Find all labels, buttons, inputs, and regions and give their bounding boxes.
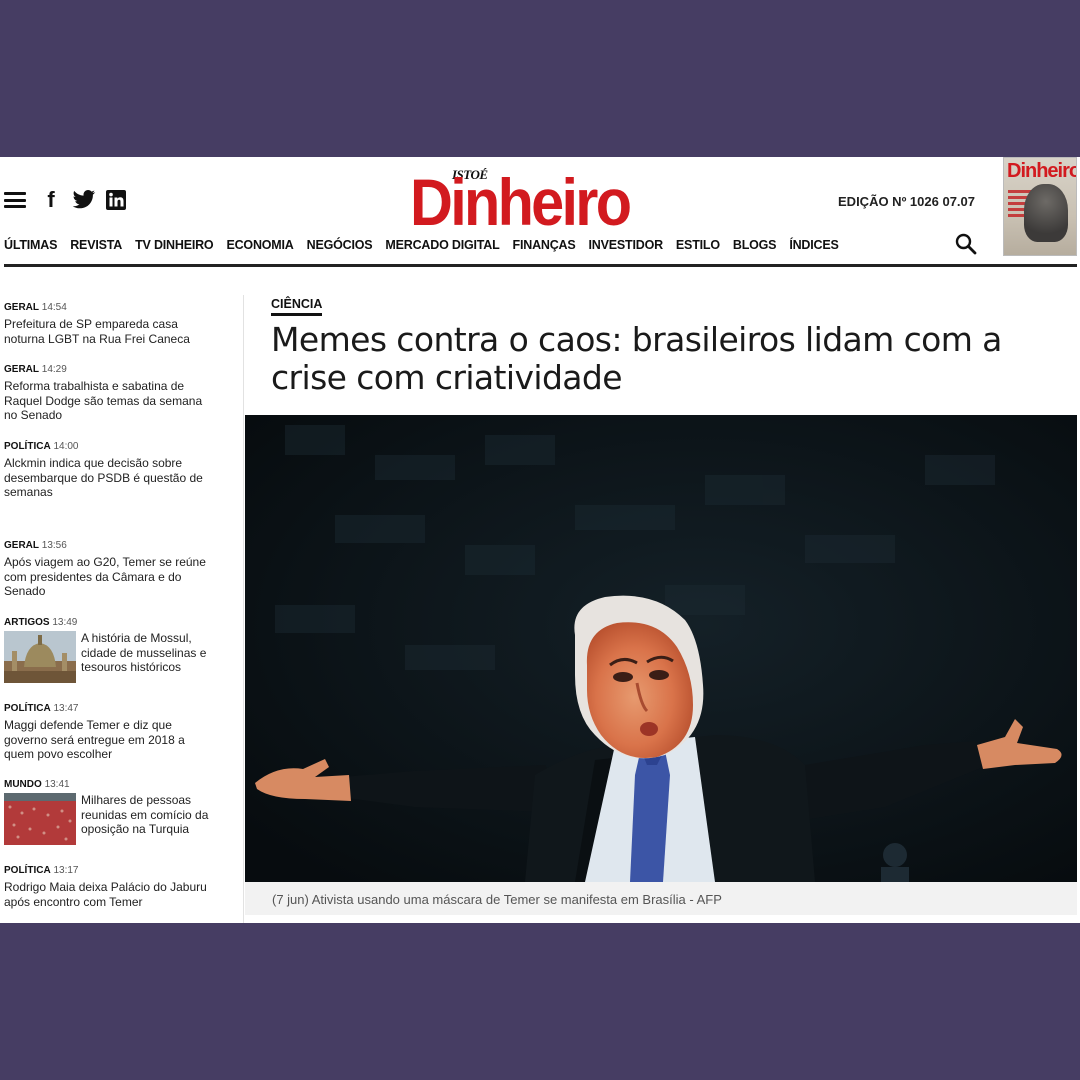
- nav-item-mercado-digital[interactable]: MERCADO DIGITAL: [385, 238, 499, 252]
- news-category: MUNDO: [4, 779, 42, 790]
- column-divider: [243, 295, 244, 923]
- mosul-thumbnail-image: [4, 631, 76, 683]
- article-category[interactable]: CIÊNCIA: [271, 297, 322, 311]
- news-item[interactable]: POLÍTICA 14:00 Alckmin indica que decisã…: [4, 441, 214, 500]
- news-item[interactable]: POLÍTICA 13:17 Rodrigo Maia deixa Paláci…: [4, 865, 214, 909]
- menu-icon[interactable]: [4, 192, 26, 208]
- news-headline: A história de Mossul, cidade de musselin…: [81, 631, 207, 675]
- search-icon[interactable]: [955, 233, 977, 255]
- news-category: POLÍTICA: [4, 703, 51, 714]
- news-time: 14:00: [53, 441, 79, 452]
- header-divider: [4, 264, 1077, 267]
- nav-item-negocios[interactable]: NEGÓCIOS: [307, 238, 373, 252]
- magazine-cover-thumbnail[interactable]: Dinheiro: [1003, 157, 1077, 256]
- news-item[interactable]: GERAL 14:54 Prefeitura de SP empareda ca…: [4, 302, 214, 346]
- news-category: GERAL: [4, 302, 39, 313]
- article-title: Memes contra o caos: brasileiros lidam c…: [271, 320, 1002, 397]
- photo-caption: (7 jun) Ativista usando uma máscara de T…: [272, 892, 722, 907]
- nav-item-estilo[interactable]: ESTILO: [676, 238, 720, 252]
- news-headline: Milhares de pessoas reunidas em comício …: [81, 793, 209, 837]
- nav-item-ultimas[interactable]: ÚLTIMAS: [4, 238, 57, 252]
- news-category: GERAL: [4, 364, 39, 375]
- news-item[interactable]: GERAL 13:56 Após viagem ao G20, Temer se…: [4, 540, 214, 599]
- news-category: POLÍTICA: [4, 441, 51, 452]
- news-item[interactable]: ARTIGOS 13:49 A história de Mossul, cida…: [4, 617, 214, 683]
- main-nav: ÚLTIMAS REVISTA TV DINHEIRO ECONOMIA NEG…: [4, 238, 839, 252]
- news-headline: Após viagem ao G20, Temer se reúne com p…: [4, 555, 206, 599]
- news-category: ARTIGOS: [4, 617, 50, 628]
- nav-item-investidor[interactable]: INVESTIDOR: [589, 238, 664, 252]
- nav-item-blogs[interactable]: BLOGS: [733, 238, 777, 252]
- web-page: f ISTOÉ Dinheiro EDIÇÃO Nº 1026 07.07 Di…: [0, 157, 1080, 923]
- nav-item-tv-dinheiro[interactable]: TV DINHEIRO: [135, 238, 214, 252]
- article-photo: [245, 415, 1077, 882]
- site-logo[interactable]: ISTOÉ Dinheiro: [410, 163, 650, 239]
- news-headline: Alckmin indica que decisão sobre desemba…: [4, 456, 203, 500]
- cover-elephant-image: [1024, 184, 1068, 242]
- news-category: POLÍTICA: [4, 865, 51, 876]
- news-category: GERAL: [4, 540, 39, 551]
- linkedin-icon[interactable]: [106, 189, 126, 211]
- cover-title: Dinheiro: [1007, 160, 1077, 182]
- news-time: 14:54: [41, 302, 67, 313]
- news-time: 13:47: [53, 703, 79, 714]
- news-headline: Prefeitura de SP empareda casa noturna L…: [4, 317, 190, 346]
- nav-item-revista[interactable]: REVISTA: [70, 238, 122, 252]
- facebook-icon[interactable]: f: [44, 189, 58, 211]
- logo-dinheiro-text: Dinheiro: [410, 165, 632, 239]
- nav-item-economia[interactable]: ECONOMIA: [226, 238, 293, 252]
- news-item[interactable]: MUNDO 13:41 Milhares de pessoas reunidas…: [4, 779, 214, 845]
- news-headline: Reforma trabalhista e sabatina de Raquel…: [4, 379, 203, 423]
- photo-caption-bar: (7 jun) Ativista usando uma máscara de T…: [245, 882, 1077, 915]
- nav-item-financas[interactable]: FINANÇAS: [513, 238, 576, 252]
- news-item[interactable]: GERAL 14:29 Reforma trabalhista e sabati…: [4, 364, 214, 423]
- news-headline: Rodrigo Maia deixa Palácio do Jaburu apó…: [4, 880, 207, 909]
- news-headline: Maggi defende Temer e diz que governo se…: [4, 718, 185, 762]
- news-time: 14:29: [41, 364, 67, 375]
- category-underline: [271, 313, 322, 316]
- edition-label[interactable]: EDIÇÃO Nº 1026 07.07: [838, 194, 975, 209]
- nav-item-indices[interactable]: ÍNDICES: [789, 238, 839, 252]
- twitter-icon[interactable]: [72, 189, 96, 211]
- rally-thumbnail-image: [4, 793, 76, 845]
- news-time: 13:17: [53, 865, 79, 876]
- news-time: 13:49: [52, 617, 78, 628]
- news-time: 13:41: [44, 779, 70, 790]
- news-item[interactable]: POLÍTICA 13:47 Maggi defende Temer e diz…: [4, 703, 214, 762]
- news-time: 13:56: [41, 540, 67, 551]
